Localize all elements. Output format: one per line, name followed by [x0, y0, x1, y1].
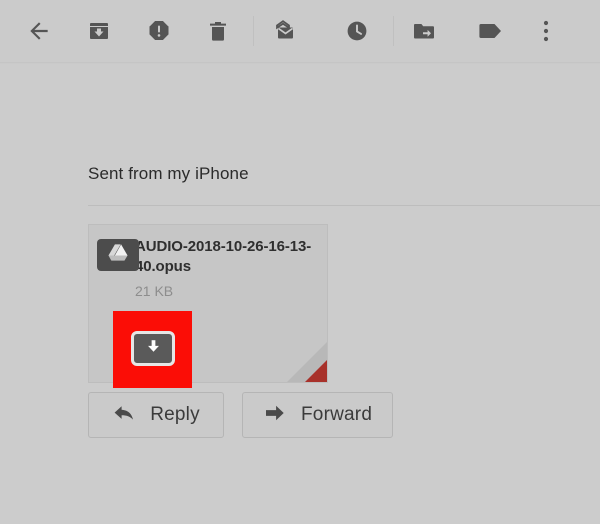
reply-button-label: Reply — [150, 404, 200, 425]
snooze-button[interactable] — [338, 12, 376, 50]
attachment-corner-fold — [287, 342, 327, 382]
more-options-icon — [543, 19, 549, 43]
toolbar-divider-2 — [393, 16, 394, 46]
save-to-drive-button[interactable] — [97, 239, 139, 271]
download-attachment-button[interactable] — [131, 331, 175, 366]
email-signature: Sent from my iPhone — [88, 164, 249, 183]
archive-icon — [87, 19, 111, 43]
forward-button-label: Forward — [301, 404, 373, 425]
attachment-file-size: 21 KB — [135, 282, 174, 299]
label-tag-icon — [478, 21, 504, 41]
corner-fold-red — [305, 360, 327, 382]
report-spam-button[interactable] — [140, 12, 178, 50]
body-divider — [88, 205, 600, 206]
archive-button[interactable] — [80, 12, 118, 50]
toolbar-divider-1 — [253, 16, 254, 46]
report-spam-icon — [147, 19, 171, 43]
attachment-meta: AUDIO-2018-10-26-16-13-40.opus 21 KB — [135, 237, 317, 299]
reply-button[interactable]: Reply — [88, 392, 224, 438]
forward-button[interactable]: Forward — [242, 392, 394, 438]
move-to-folder-button[interactable] — [405, 12, 443, 50]
move-to-folder-icon — [412, 19, 436, 43]
mark-unread-icon — [271, 18, 297, 44]
back-button[interactable] — [20, 12, 58, 50]
download-arrow-icon — [145, 338, 162, 360]
mark-unread-button[interactable] — [265, 12, 303, 50]
google-drive-icon — [107, 243, 129, 268]
email-toolbar — [0, 0, 600, 62]
more-options-button[interactable] — [527, 12, 565, 50]
delete-icon — [206, 19, 230, 43]
attachment-file-name: AUDIO-2018-10-26-16-13-40.opus — [135, 238, 312, 276]
message-action-buttons: Reply Forward — [88, 392, 394, 438]
forward-arrow-icon — [263, 403, 287, 428]
email-body: Sent from my iPhone AUDIO-2018-10-26-16-… — [0, 64, 600, 524]
reply-arrow-icon — [112, 403, 136, 428]
delete-button[interactable] — [199, 12, 237, 50]
back-arrow-icon — [26, 18, 52, 44]
labels-button[interactable] — [472, 12, 510, 50]
snooze-clock-icon — [345, 19, 369, 43]
